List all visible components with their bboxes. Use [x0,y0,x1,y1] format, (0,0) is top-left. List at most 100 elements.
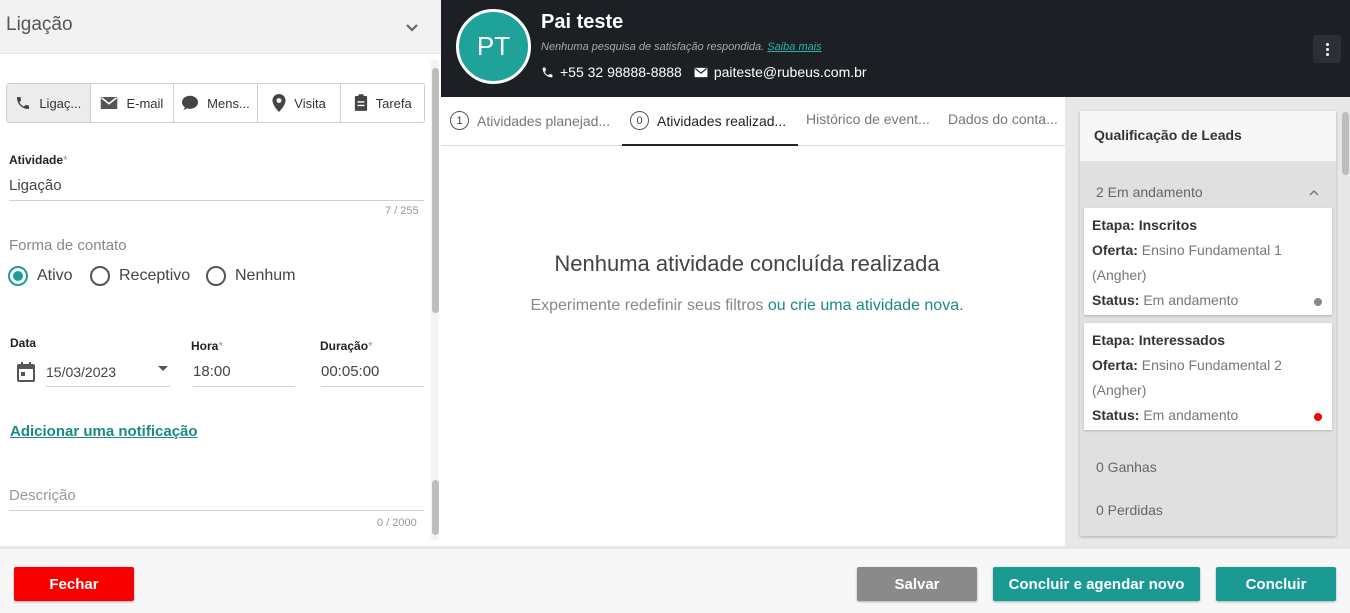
atividade-label: Atividade* [9,153,68,167]
radio-label: Nenhum [235,267,296,284]
hora-value: 18:00 [193,363,231,380]
stage-oferta-org: (Angher) [1092,382,1147,398]
tab-visita[interactable]: Visita [257,84,342,122]
atividade-counter: 7 / 255 [385,205,419,217]
stage-oferta: Oferta: Ensino Fundamental 2 [1092,357,1282,373]
won-section-toggle[interactable]: 0 Ganhas [1096,459,1157,475]
mail-icon [694,67,708,77]
tab-atividades-planejadas[interactable]: 1 Atividades planejad... [450,111,610,130]
duracao-label: Duração* [320,339,373,353]
atividade-value: Ligação [9,177,62,194]
in-progress-count: 2 Em andamento [1096,184,1203,200]
activities-panel: 1 Atividades planejad... 0 Atividades re… [441,97,1065,546]
descricao-input[interactable]: Descrição [9,487,424,511]
radio-unchecked-icon [206,266,226,286]
contact-info-row: +55 32 98888-8888 paiteste@rubeus.com.br [541,64,867,80]
scrollbar-thumb[interactable] [1342,112,1349,175]
tab-count-badge: 1 [450,111,469,130]
complete-button[interactable]: Concluir [1216,567,1336,601]
create-activity-link[interactable]: ou crie uma atividade nova. [768,297,964,314]
activity-type-header[interactable]: Ligação [0,0,441,54]
duracao-value: 00:05:00 [321,363,380,380]
tab-label: Atividades planejad... [477,112,611,129]
caret-down-icon[interactable] [158,366,168,371]
tab-label: Mens... [207,95,250,111]
radio-checked-icon [8,266,28,286]
tab-label: Tarefa [375,95,412,111]
lost-section-toggle[interactable]: 0 Perdidas [1096,502,1163,518]
chevron-down-icon[interactable] [403,18,421,36]
stage-card[interactable]: Etapa: Interessados Oferta: Ensino Funda… [1084,323,1332,430]
phone-icon [17,97,30,109]
activity-type-tabs: Ligaç... E-mail Mens... Visita Tarefa [6,83,425,123]
qualification-header: Qualificação de Leads [1080,111,1336,161]
hora-label: Hora* [191,339,224,353]
stage-oferta: Oferta: Ensino Fundamental 1 [1092,242,1282,258]
activity-type-title: Ligação [6,14,73,35]
tab-label: Atividades realizad... [657,112,787,129]
scrollbar-thumb[interactable] [432,68,439,313]
stage-card[interactable]: Etapa: Inscritos Oferta: Ensino Fundamen… [1084,208,1332,315]
contact-phone[interactable]: +55 32 98888-8888 [560,64,682,80]
lead-qualification-panel: Qualificação de Leads 2 Em andamento Eta… [1065,97,1350,546]
chevron-up-icon[interactable] [1308,189,1320,197]
survey-learn-more-link[interactable]: Saiba mais [767,41,821,53]
duracao-input[interactable]: 00:05:00 [321,363,424,387]
clipboard-icon [354,94,367,111]
qualification-title: Qualificação de Leads [1094,127,1242,143]
status-dot-icon [1314,298,1322,306]
tab-dados-contato[interactable]: Dados do conta... [948,111,1058,127]
stage-etapa: Etapa: Interessados [1092,332,1226,348]
tab-email[interactable]: E-mail [90,84,175,122]
close-button[interactable]: Fechar [14,567,134,601]
atividade-input[interactable]: Ligação [9,177,424,201]
calendar-icon[interactable] [17,362,35,382]
in-progress-section-toggle[interactable]: 2 Em andamento [1080,175,1336,205]
active-tab-indicator [622,144,798,146]
stage-etapa: Etapa: Inscritos [1092,217,1198,233]
save-button[interactable]: Salvar [857,567,977,601]
descricao-counter: 0 / 2000 [377,517,417,529]
tab-mensagem[interactable]: Mens... [174,84,258,122]
tab-label: E-mail [126,95,164,111]
scrollbar-thumb-secondary[interactable] [432,480,439,535]
stage-status: Status: Em andamento [1092,292,1239,308]
chat-icon [182,95,199,111]
data-input[interactable]: 15/03/2023 [46,364,170,387]
more-options-icon[interactable] [1313,35,1341,63]
location-pin-icon [272,94,286,112]
data-label: Data [10,336,37,350]
radio-receptivo[interactable]: Receptivo [90,266,190,286]
forma-contato-label: Forma de contato [9,237,127,254]
contact-name: Pai teste [541,11,624,33]
add-notification-link[interactable]: Adicionar uma notificação [10,423,198,440]
phone-icon [542,67,553,77]
radio-label: Ativo [37,267,73,284]
lead-qualification-card: Qualificação de Leads 2 Em andamento Eta… [1080,111,1336,536]
tab-historico-eventos[interactable]: Histórico de event... [806,111,930,127]
contact-email[interactable]: paiteste@rubeus.com.br [714,64,867,80]
empty-state-subtitle: Experimente redefinir seus filtros ou cr… [530,297,964,314]
stage-oferta-org: (Angher) [1092,267,1147,283]
tab-label: Histórico de event... [806,111,930,127]
tab-tarefa[interactable]: Tarefa [341,84,424,122]
hora-input[interactable]: 18:00 [193,363,295,387]
radio-unchecked-icon [90,266,110,286]
survey-status: Nenhuma pesquisa de satisfação respondid… [541,41,822,53]
tab-atividades-realizadas[interactable]: 0 Atividades realizad... [630,111,786,130]
tab-label: Ligaç... [39,95,82,111]
empty-state-title: Nenhuma atividade concluída realizada [554,251,940,276]
status-dot-icon [1314,413,1322,421]
data-value: 15/03/2023 [46,364,117,380]
tab-ligacao[interactable]: Ligaç... [7,84,91,122]
descricao-placeholder: Descrição [9,487,76,504]
stage-status: Status: Em andamento [1092,407,1239,423]
mail-icon [101,97,118,109]
radio-nenhum[interactable]: Nenhum [206,266,295,286]
radio-ativo[interactable]: Ativo [8,266,73,286]
radio-label: Receptivo [119,267,191,284]
activities-tabs: 1 Atividades planejad... 0 Atividades re… [441,97,1065,146]
complete-and-schedule-button[interactable]: Concluir e agendar novo [993,567,1200,601]
activity-form-panel: Ligação Ligaç... E-mail Mens... Visita T… [0,0,441,546]
footer-actions: Fechar Salvar Concluir e agendar novo Co… [0,546,1350,613]
